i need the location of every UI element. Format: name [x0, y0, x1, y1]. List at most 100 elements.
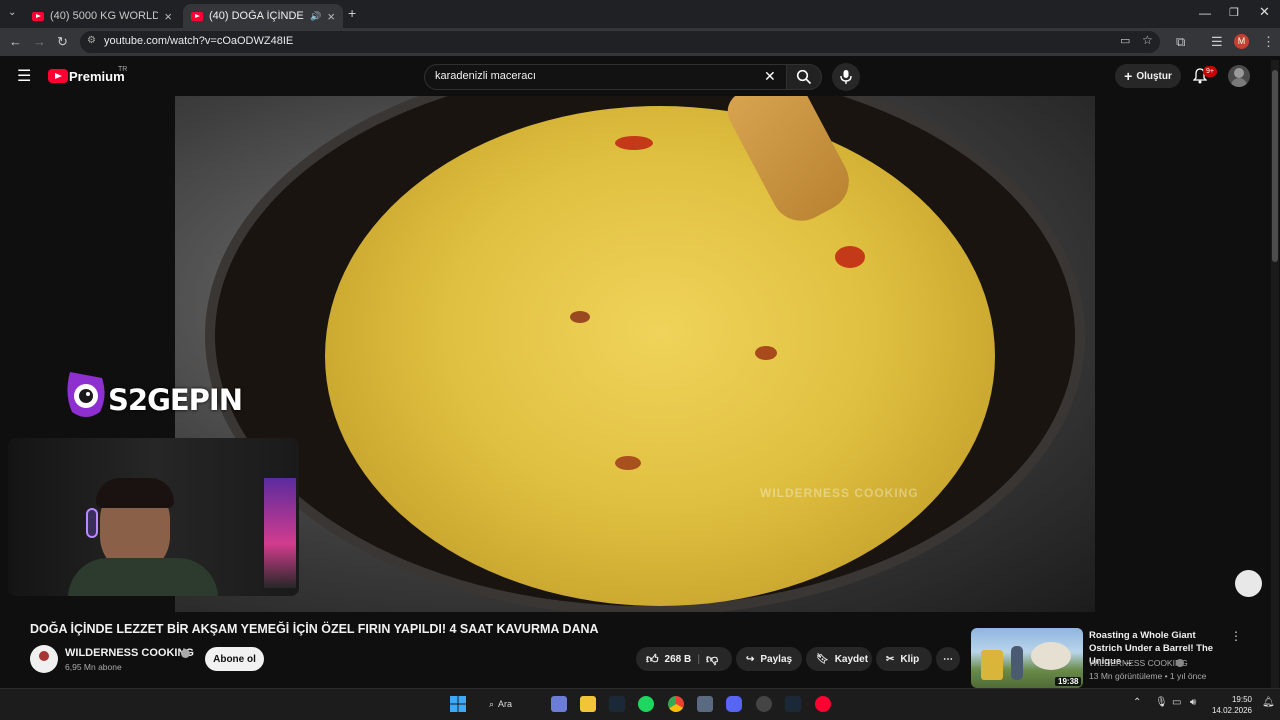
close-tab-icon[interactable]: × [327, 9, 335, 24]
subscriber-count: 6,95 Mn abone [65, 662, 122, 672]
file-explorer-icon[interactable] [580, 696, 596, 712]
create-label: Oluştur [1136, 70, 1172, 82]
tomato-piece [755, 346, 777, 360]
bookmark-star-icon[interactable]: ☆ [1142, 33, 1153, 47]
notification-center-icon[interactable]: 🔔︎ [1262, 697, 1275, 708]
tab-search-chevron-icon[interactable]: ⌄ [8, 7, 16, 18]
microphone-icon[interactable]: 🎙︎ [1155, 697, 1168, 708]
create-button[interactable]: + Oluştur [1115, 64, 1181, 88]
reading-list-icon[interactable]: ☰ [1211, 34, 1223, 50]
video-duration-badge: 19:38 [1055, 677, 1082, 686]
streamer-owl-logo-icon [67, 372, 105, 417]
close-window-icon[interactable]: ✕ [1259, 4, 1270, 20]
account-avatar[interactable] [1228, 65, 1250, 87]
like-count[interactable]: 268 B [665, 654, 692, 665]
restore-window-icon[interactable]: ❐ [1229, 6, 1239, 19]
video-player[interactable]: WILDERNESS COOKING [175, 96, 1095, 612]
back-icon[interactable]: ← [9, 34, 22, 49]
address-bar[interactable]: ⚙ youtube.com/watch?v=cOaODWZ48IE ▭ ☆ [80, 31, 1160, 53]
youtube-music-icon[interactable] [815, 696, 831, 712]
clip-button[interactable]: ✂ Klip [876, 647, 932, 671]
windows-start-icon[interactable] [450, 696, 466, 712]
like-icon[interactable]: 👍︎ [646, 652, 659, 667]
save-label: Kaydet [834, 653, 869, 665]
verified-badge-icon [181, 649, 190, 658]
clear-search-icon[interactable]: ✕ [764, 68, 776, 85]
recommendation-channel[interactable]: WILDERNESS COOKING [1089, 658, 1188, 668]
person-image [1011, 646, 1023, 680]
microphone-icon [840, 70, 852, 84]
search-query-text[interactable]: karadenizli maceracı [435, 70, 536, 82]
network-icon[interactable]: ▭ [1172, 697, 1181, 708]
subscribe-button[interactable]: Abone ol [205, 647, 264, 671]
tab-world-biggest[interactable]: (40) 5000 KG WORLD BIGGEST × [24, 4, 180, 28]
verified-badge-icon [1176, 659, 1184, 667]
notification-count-badge: 9+ [1203, 66, 1217, 77]
youtube-logo-icon[interactable] [48, 69, 68, 83]
streamer-hair-image [96, 478, 174, 508]
close-tab-icon[interactable]: × [164, 9, 172, 24]
show-hidden-icons-icon[interactable]: ⌃ [1133, 697, 1141, 708]
like-divider: | [697, 653, 701, 665]
taskbar-search-label: Ara [498, 699, 513, 709]
pc-case-lights-image [264, 478, 296, 588]
forward-icon[interactable]: → [33, 34, 46, 49]
share-label: Paylaş [760, 653, 793, 665]
youtube-favicon-icon [32, 11, 44, 21]
tab-title: (40) 5000 KG WORLD BIGGEST [50, 10, 159, 22]
youtube-brand-label[interactable]: Premium [69, 69, 125, 84]
share-button[interactable]: ↪ Paylaş [736, 647, 802, 671]
channel-name[interactable]: WILDERNESS COOKING [65, 647, 194, 659]
steam-icon[interactable] [785, 696, 801, 712]
discord-icon[interactable] [726, 696, 742, 712]
bookmark-icon: 🔖︎ [816, 653, 829, 665]
minimize-window-icon[interactable]: — [1199, 6, 1211, 20]
taskbar-search[interactable]: ⌕ Ara [489, 695, 533, 713]
search-input[interactable]: karadenizli maceracı ✕ [424, 64, 786, 90]
hamburger-menu-icon[interactable]: ☰ [17, 66, 31, 86]
share-arrow-icon: ↪ [746, 653, 755, 665]
search-button[interactable] [786, 64, 822, 90]
clock-date: 14.02.2026 [1211, 706, 1252, 715]
store-app-icon[interactable] [551, 696, 567, 712]
ostrich-image [1031, 642, 1071, 670]
search-icon [796, 69, 812, 85]
browser-tab-strip: ⌄ (40) 5000 KG WORLD BIGGEST × (40) DOĞA… [0, 0, 1280, 28]
excavator-image [981, 650, 1003, 680]
scrollbar-thumb[interactable] [1272, 70, 1278, 262]
streamer-webcam [8, 438, 299, 596]
youtube-favicon-icon [191, 11, 203, 21]
recommendation-menu-icon[interactable]: ⋮ [1230, 629, 1242, 643]
browser-menu-icon[interactable]: ⋮ [1262, 34, 1275, 50]
app-icon[interactable] [756, 696, 772, 712]
reload-icon[interactable]: ↻ [57, 34, 68, 50]
scissors-icon: ✂ [886, 653, 895, 665]
spotify-icon[interactable] [638, 696, 654, 712]
extensions-icon[interactable]: ⧉ [1176, 34, 1185, 50]
system-clock[interactable]: 19:50 14.02.2026 [1208, 694, 1252, 716]
video-title: DOĞA İÇİNDE LEZZET BİR AKŞAM YEMEĞİ İÇİN… [30, 622, 599, 636]
browser-toolbar: ← → ↻ ⚙ youtube.com/watch?v=cOaODWZ48IE … [0, 28, 1280, 56]
steam-icon[interactable] [609, 696, 625, 712]
volume-icon[interactable]: 🔊︎ [1190, 697, 1196, 708]
more-actions-button[interactable]: ⋯ [936, 647, 960, 671]
video-watermark: WILDERNESS COOKING [760, 486, 919, 500]
save-button[interactable]: 🔖︎ Kaydet [806, 647, 872, 671]
site-info-icon[interactable]: ⚙ [87, 35, 96, 46]
audio-playing-icon[interactable]: 🔊 [310, 11, 321, 22]
tab-doga-icinde[interactable]: (40) DOĞA İÇİNDE LEZZET B 🔊 × [183, 4, 343, 28]
cast-icon[interactable]: ▭ [1120, 34, 1130, 47]
streamer-shirt-image [68, 558, 218, 596]
new-tab-icon[interactable]: + [348, 5, 356, 21]
region-code: TR [118, 66, 128, 73]
channel-watermark-icon[interactable] [1235, 570, 1262, 597]
channel-avatar[interactable] [30, 645, 58, 673]
chrome-icon[interactable] [668, 696, 684, 712]
more-horizontal-icon: ⋯ [943, 653, 953, 665]
url-text[interactable]: youtube.com/watch?v=cOaODWZ48IE [104, 35, 293, 47]
tomato-piece [615, 456, 641, 470]
app-icon[interactable] [697, 696, 713, 712]
profile-avatar[interactable]: M [1234, 34, 1249, 49]
dislike-icon[interactable]: 👎︎ [706, 652, 718, 667]
voice-search-button[interactable] [832, 63, 860, 91]
